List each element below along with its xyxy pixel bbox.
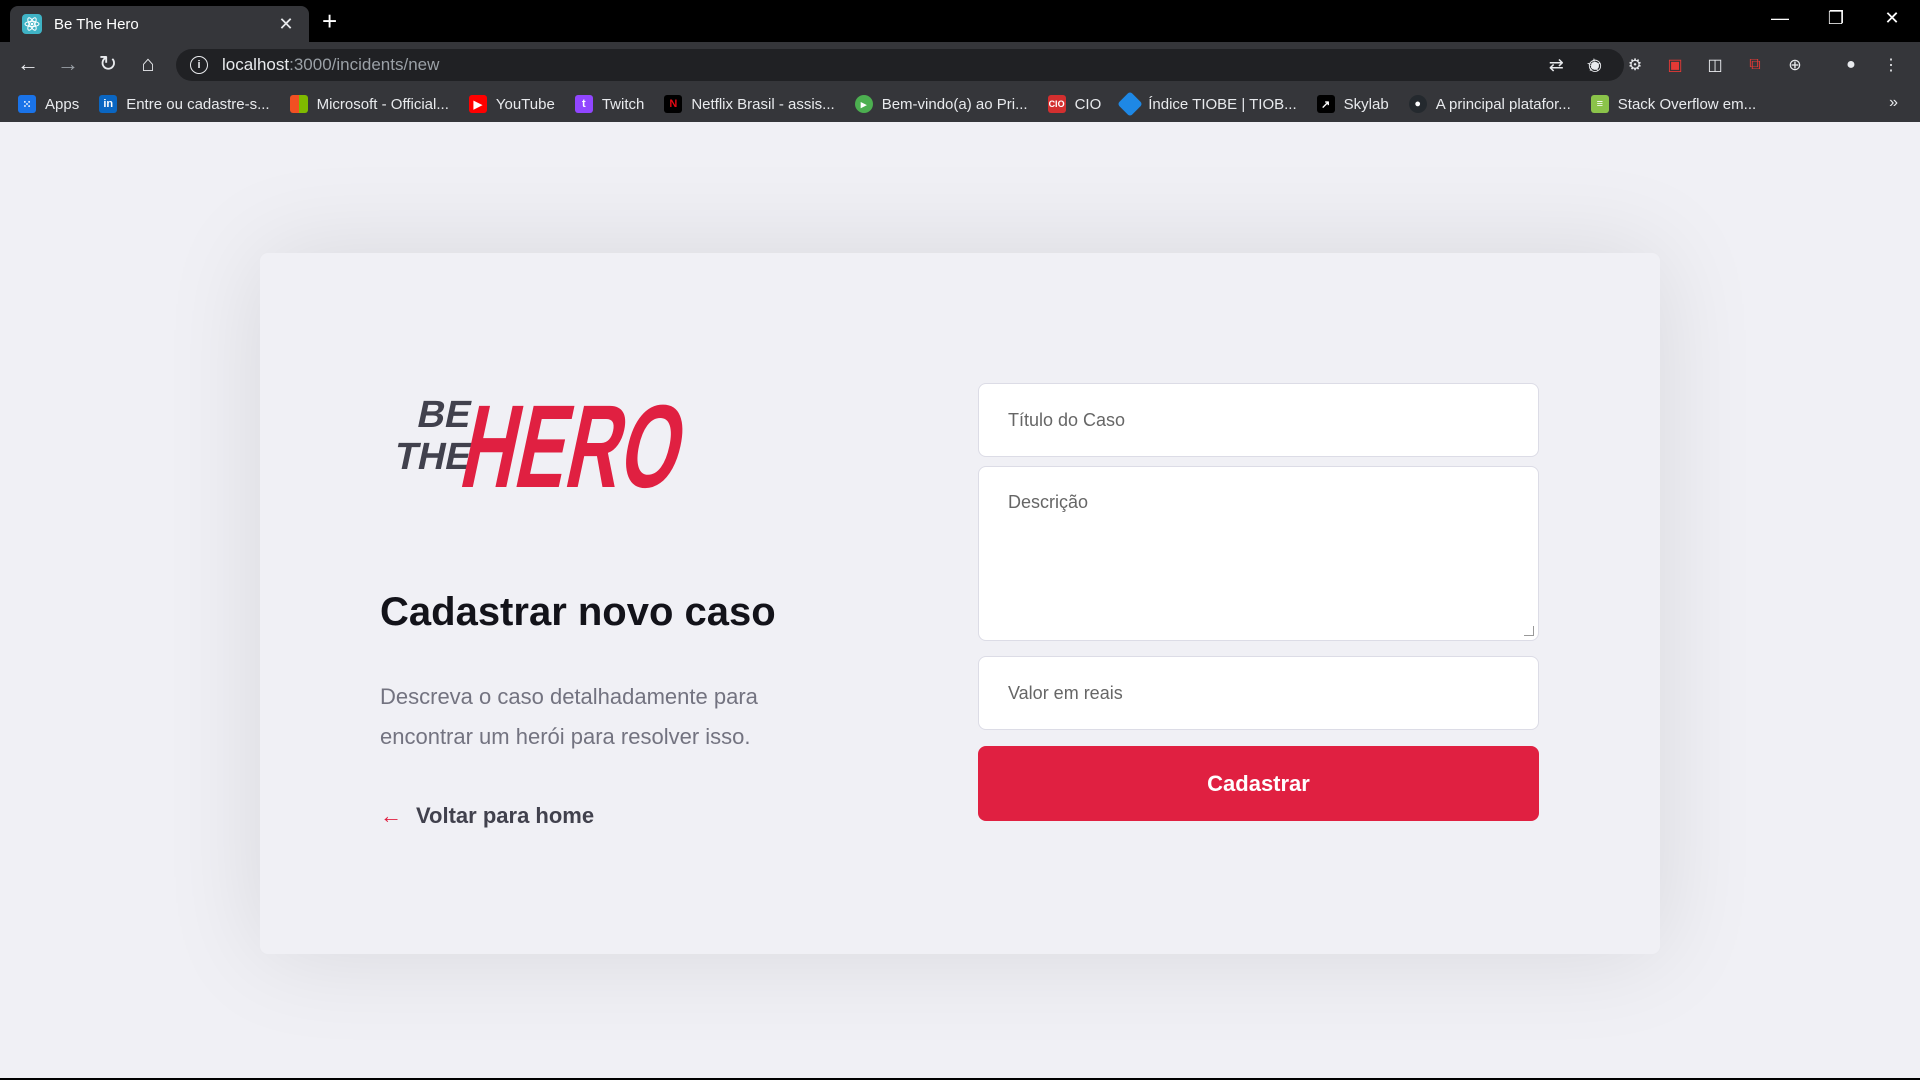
bookmark-github[interactable]: ● A principal platafor...: [1408, 95, 1571, 113]
bookmark-stackoverflow[interactable]: ≡ Stack Overflow em...: [1590, 95, 1756, 113]
avatar[interactable]: ●: [1838, 52, 1864, 78]
extension-badge-icon[interactable]: ⊕: [1782, 52, 1808, 78]
forward-icon[interactable]: →: [54, 50, 82, 78]
case-title-placeholder: Título do Caso: [1008, 409, 1126, 430]
github-icon: ●: [1408, 95, 1427, 113]
page-title: Cadastrar novo caso: [380, 590, 776, 634]
menu-icon[interactable]: ⋮: [1878, 52, 1904, 78]
url-host: localhost: [222, 55, 290, 74]
minimize-icon[interactable]: —: [1752, 0, 1808, 36]
close-window-icon[interactable]: ✕: [1864, 0, 1920, 36]
netflix-icon: N: [664, 95, 683, 113]
page-viewport: BE THE HERO Cadastrar novo caso Descreva…: [0, 122, 1920, 1080]
extension-gear-icon[interactable]: ⚙: [1622, 52, 1648, 78]
home-icon[interactable]: ⌂: [134, 50, 162, 78]
logo-hero-text: HERO: [451, 381, 697, 509]
more-bookmarks-icon[interactable]: »: [1889, 94, 1898, 112]
case-description-textarea[interactable]: Descrição: [978, 466, 1539, 641]
site-info-icon[interactable]: i: [190, 56, 208, 74]
bookmark-microsoft[interactable]: Microsoft - Official...: [289, 95, 449, 113]
bookmark-twitch[interactable]: t Twitch: [574, 95, 644, 113]
pocket-icon[interactable]: ▣: [1662, 52, 1688, 78]
react-icon: [22, 14, 42, 34]
be-the-hero-logo: BE THE HERO: [391, 381, 698, 509]
address-bar[interactable]: i localhost:3000/incidents/new ⇄ ☆: [176, 49, 1624, 81]
microsoft-icon: [289, 95, 308, 113]
content-card: BE THE HERO Cadastrar novo caso Descreva…: [260, 253, 1660, 954]
back-home-label: Voltar para home: [416, 803, 595, 828]
bookmarks-bar: ⁙ Apps in Entre ou cadastre-s... Microsoft…: [0, 86, 1920, 122]
page-description: Descreva o caso detalhadamente para enco…: [380, 684, 758, 749]
play-icon: ▸: [854, 95, 873, 113]
arrow-left-icon: ←: [380, 803, 402, 828]
logo-be-text: BE: [414, 393, 476, 436]
bookmark-youtube[interactable]: ▶ YouTube: [468, 95, 555, 113]
bookmark-linkedin[interactable]: in Entre ou cadastre-s...: [99, 95, 270, 113]
restore-icon[interactable]: ❐: [1808, 0, 1864, 36]
case-value-placeholder: Valor em reais: [1008, 682, 1123, 703]
new-tab-icon[interactable]: +: [322, 8, 337, 34]
browser-toolbar: ← → ↻ ⌂ i localhost:3000/incidents/new ⇄…: [0, 42, 1920, 86]
tab-title: Be The Hero: [54, 15, 139, 33]
stackoverflow-icon: ≡: [1590, 95, 1609, 113]
apps-grid-icon: ⁙: [18, 95, 36, 113]
bookmark-netflix[interactable]: N Netflix Brasil - assis...: [664, 95, 835, 113]
linkedin-icon: in: [99, 95, 118, 113]
incident-form: Título do Caso Descrição Valor em reais …: [978, 383, 1539, 821]
resize-grip-icon[interactable]: [1524, 626, 1534, 636]
browser-tab[interactable]: Be The Hero ✕: [10, 6, 309, 42]
extension-circle-icon[interactable]: ◉: [1582, 52, 1608, 78]
case-title-input[interactable]: Título do Caso: [978, 383, 1539, 457]
case-description-placeholder: Descrição: [1008, 492, 1089, 512]
twitch-icon: t: [574, 95, 593, 113]
bookmark-cio[interactable]: CIO CIO: [1047, 95, 1101, 113]
cio-icon: CIO: [1047, 95, 1066, 113]
pdf-icon[interactable]: ⧉: [1742, 52, 1768, 78]
bookmark-skylab[interactable]: ↗ Skylab: [1316, 95, 1389, 113]
back-home-link[interactable]: ← Voltar para home: [380, 803, 594, 829]
translate-icon[interactable]: ⇄: [1549, 55, 1564, 76]
case-value-input[interactable]: Valor em reais: [978, 656, 1539, 730]
url-path: :3000/incidents/new: [289, 55, 440, 74]
youtube-icon: ▶: [468, 95, 487, 113]
camera-icon[interactable]: ◫: [1702, 52, 1728, 78]
reload-icon[interactable]: ↻: [94, 50, 122, 78]
submit-button[interactable]: Cadastrar: [978, 746, 1539, 821]
browser-title-bar: Be The Hero ✕ + — ❐ ✕: [0, 0, 1920, 42]
bookmark-tiobe[interactable]: Índice TIOBE | TIOB...: [1117, 91, 1297, 117]
back-icon[interactable]: ←: [14, 50, 42, 78]
bookmark-apps[interactable]: ⁙ Apps: [18, 95, 79, 113]
skylab-icon: ↗: [1316, 95, 1335, 113]
tab-close-icon[interactable]: ✕: [275, 14, 297, 35]
bookmark-prime[interactable]: ▸ Bem-vindo(a) ao Pri...: [854, 95, 1028, 113]
tiobe-icon: [1117, 91, 1143, 117]
